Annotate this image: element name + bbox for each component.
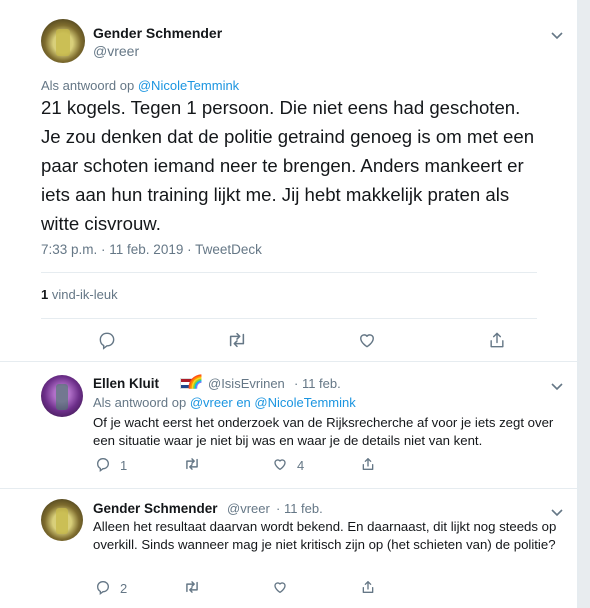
reply-icon[interactable] [95, 456, 111, 472]
retweet-icon[interactable] [183, 456, 201, 472]
likes-label: vind-ik-leuk [51, 287, 118, 302]
tweet-conversation: Gender Schmender @vreer Als antwoord op … [0, 0, 578, 608]
reply-to-link[interactable]: @vreer [190, 395, 233, 410]
avatar[interactable] [41, 19, 85, 63]
heart-icon[interactable] [272, 579, 288, 595]
author-handle[interactable]: @vreer [227, 501, 270, 516]
share-icon[interactable] [360, 579, 376, 595]
reply-count: 1 [120, 458, 128, 473]
scrollbar[interactable] [579, 0, 590, 608]
author-handle[interactable]: @vreer [93, 43, 139, 59]
reply-joiner: en [236, 395, 251, 410]
share-icon[interactable] [487, 330, 507, 350]
reply-to-link[interactable]: @NicoleTemmink [138, 78, 239, 93]
reply-count: 2 [120, 581, 128, 596]
heart-icon[interactable] [357, 330, 377, 350]
reply-prefix: Als antwoord op [41, 78, 135, 93]
tweet-timestamp[interactable]: 7:33 p.m. · 11 feb. 2019 · TweetDeck [41, 242, 262, 257]
reply-tweet[interactable]: Ellen Kluit 🌈 @IsisEvrinen · 11 feb. Als… [0, 362, 577, 489]
main-tweet: Gender Schmender @vreer Als antwoord op … [0, 0, 577, 362]
chevron-down-icon[interactable] [550, 379, 564, 391]
retweet-icon[interactable] [226, 330, 248, 350]
divider [41, 272, 537, 273]
reply-context: Als antwoord op @NicoleTemmink [41, 78, 239, 93]
heart-icon[interactable] [272, 456, 288, 472]
tweet-time[interactable]: · 11 feb. [294, 376, 341, 391]
avatar[interactable] [41, 375, 83, 417]
chevron-down-icon[interactable] [550, 28, 564, 40]
reply-prefix: Als antwoord op [93, 395, 187, 410]
retweet-icon[interactable] [183, 579, 201, 595]
author-name[interactable]: Ellen Kluit [93, 376, 159, 391]
tweet-text: Of je wacht eerst het onderzoek van de R… [93, 415, 554, 448]
chevron-down-icon[interactable] [550, 505, 564, 517]
tweet-text: Alleen het resultaat daarvan wordt beken… [93, 519, 557, 552]
author-handle[interactable]: @IsisEvrinen [208, 376, 285, 391]
avatar[interactable] [41, 499, 83, 541]
reply-icon[interactable] [97, 330, 117, 350]
likes-summary[interactable]: 1 vind-ik-leuk [41, 287, 118, 302]
reply-to-link[interactable]: @NicoleTemmink [254, 395, 355, 410]
divider [41, 318, 537, 319]
author-name[interactable]: Gender Schmender [93, 25, 222, 41]
reply-context: Als antwoord op @vreer en @NicoleTemmink [93, 395, 356, 410]
like-count: 4 [297, 458, 305, 473]
reply-icon[interactable] [95, 579, 111, 595]
reply-tweet[interactable]: Gender Schmender @vreer · 11 feb. Alleen… [0, 489, 577, 608]
rainbow-emoji: 🌈 [187, 374, 204, 389]
likes-count: 1 [41, 287, 49, 302]
author-name[interactable]: Gender Schmender [93, 501, 218, 516]
tweet-time[interactable]: · 11 feb. [276, 501, 323, 516]
share-icon[interactable] [360, 456, 376, 472]
tweet-text: 21 kogels. Tegen 1 persoon. Die niet een… [41, 97, 535, 234]
